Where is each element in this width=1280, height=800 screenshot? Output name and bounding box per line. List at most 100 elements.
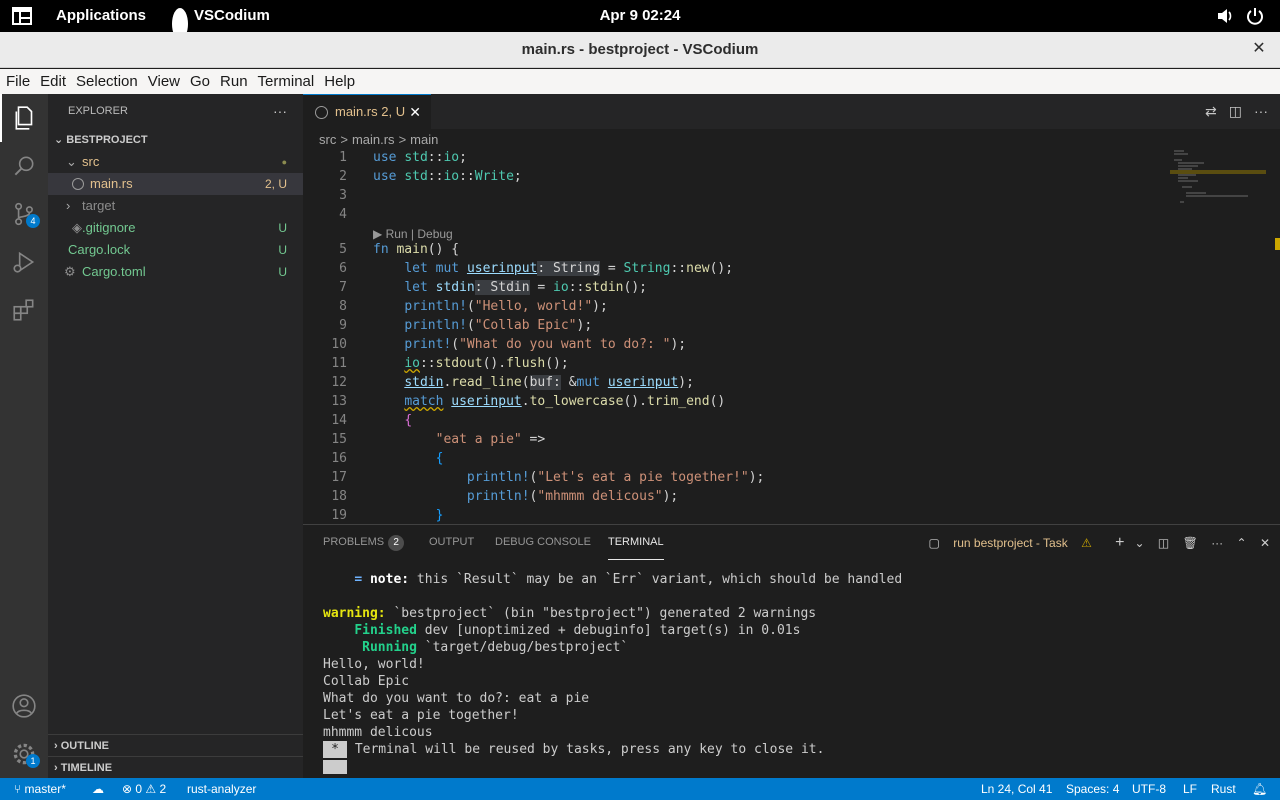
tree-item-cargo-toml[interactable]: ⚙ Cargo.toml U bbox=[48, 261, 303, 283]
timeline-section[interactable]: › TIMELINE bbox=[48, 756, 303, 778]
power-icon[interactable] bbox=[1246, 0, 1264, 32]
maximize-panel-icon[interactable]: ⌃ bbox=[1237, 536, 1247, 550]
terminal-line: mhmmm delicous bbox=[323, 725, 433, 740]
sync-icon[interactable]: ☁ bbox=[92, 778, 104, 800]
tree-item-src[interactable]: ⌄ src ● bbox=[48, 151, 303, 173]
notifications-bell-icon[interactable]: 🔔︎ bbox=[1252, 778, 1267, 800]
menu-selection[interactable]: Selection bbox=[71, 69, 143, 94]
language-mode[interactable]: Rust bbox=[1211, 778, 1236, 800]
close-panel-icon[interactable]: ✕ bbox=[1260, 536, 1270, 550]
timeline-label: TIMELINE bbox=[60, 762, 113, 774]
code-editor[interactable]: 1 use std::io; 2 use std::io::Write; 3 4 ▶… bbox=[303, 148, 1280, 524]
line-number: 11 bbox=[331, 356, 347, 371]
menu-go[interactable]: Go bbox=[185, 69, 215, 94]
breadcrumb-src[interactable]: src bbox=[319, 132, 336, 147]
run-debug-icon[interactable] bbox=[0, 238, 48, 286]
tab-output[interactable]: OUTPUT bbox=[429, 525, 474, 560]
eol-setting[interactable]: LF bbox=[1183, 778, 1197, 800]
terminal-line: = note: this `Result` may be an `Err` va… bbox=[354, 572, 903, 587]
chevron-right-icon: › bbox=[54, 740, 61, 752]
volume-icon[interactable] bbox=[1216, 0, 1234, 32]
app-menu[interactable]: VSCodium bbox=[194, 0, 270, 32]
menu-help[interactable]: Help bbox=[319, 69, 360, 94]
close-icon[interactable]: ✕ bbox=[409, 95, 421, 129]
trash-icon[interactable]: 🗑 bbox=[1183, 536, 1198, 550]
split-editor-icon[interactable]: ◫ bbox=[1229, 103, 1242, 119]
code-line: fn main() { bbox=[373, 242, 460, 257]
terminal-icon: ▢ bbox=[928, 536, 944, 550]
tree-item-gitignore[interactable]: ◈ .gitignore U bbox=[48, 217, 303, 239]
task-reuse-marker: * bbox=[323, 741, 347, 758]
new-terminal-icon[interactable]: + bbox=[1115, 534, 1124, 551]
menu-terminal[interactable]: Terminal bbox=[253, 69, 320, 94]
applications-menu[interactable]: Applications bbox=[56, 0, 146, 32]
outline-section[interactable]: › OUTLINE bbox=[48, 734, 303, 756]
line-number: 10 bbox=[331, 337, 347, 352]
tab-problems[interactable]: PROBLEMS 2 bbox=[323, 525, 405, 560]
source-control-icon[interactable]: 4 bbox=[0, 190, 48, 238]
line-number: 18 bbox=[331, 489, 347, 504]
code-line: stdin.read_line(buf: &mut userinput); bbox=[404, 375, 694, 390]
panel-tabs: PROBLEMS 2 OUTPUT DEBUG CONSOLE TERMINAL … bbox=[303, 525, 1280, 560]
activities-icon[interactable] bbox=[12, 0, 32, 32]
extensions-icon[interactable] bbox=[0, 286, 48, 334]
terminal-line: warning: `bestproject` (bin "bestproject… bbox=[323, 606, 817, 621]
code-line: println!("Let's eat a pie together!"); bbox=[466, 470, 765, 485]
window-close-button[interactable]: ✕ bbox=[1250, 40, 1268, 58]
rust-file-icon bbox=[315, 106, 328, 119]
tab-terminal[interactable]: TERMINAL bbox=[608, 525, 664, 560]
tab-debug-console[interactable]: DEBUG CONSOLE bbox=[495, 525, 591, 560]
rust-analyzer-status[interactable]: rust-analyzer bbox=[187, 778, 256, 800]
terminal-line: * Terminal will be reused by tasks, pres… bbox=[323, 741, 1263, 758]
terminal-line: Hello, world! bbox=[323, 657, 425, 672]
tab-main-rs[interactable]: main.rs 2, U ✕ bbox=[303, 94, 431, 129]
search-icon[interactable] bbox=[0, 142, 48, 190]
tree-item-main-rs[interactable]: main.rs 2, U bbox=[48, 173, 303, 195]
split-terminal-icon[interactable]: ◫ bbox=[1158, 536, 1169, 550]
clock[interactable]: Apr 9 02:24 bbox=[600, 7, 681, 24]
tree-item-cargo-lock[interactable]: Cargo.lock U bbox=[48, 239, 303, 261]
git-branch-status[interactable]: ⑂ master* bbox=[14, 778, 66, 800]
minimap[interactable] bbox=[1170, 148, 1270, 208]
line-number: 3 bbox=[339, 188, 347, 203]
compare-changes-icon[interactable]: ⇄ bbox=[1205, 103, 1217, 119]
tree-item-label: .gitignore bbox=[82, 220, 136, 235]
project-folder-header[interactable]: ⌄ BESTPROJECT bbox=[48, 129, 303, 151]
encoding-setting[interactable]: UTF-8 bbox=[1132, 778, 1166, 800]
problems-status[interactable]: ⊗ 0 ⚠ 2 bbox=[122, 778, 166, 800]
line-number: 7 bbox=[339, 280, 347, 295]
code-line: "eat a pie" => bbox=[435, 432, 546, 447]
explorer-icon[interactable] bbox=[0, 94, 48, 142]
cursor-position[interactable]: Ln 24, Col 41 bbox=[981, 778, 1052, 800]
untracked-badge: U bbox=[278, 265, 287, 279]
terminal-text: Terminal will be reused by tasks, press … bbox=[354, 742, 825, 757]
explorer-more-actions-icon[interactable]: ··· bbox=[273, 94, 287, 129]
menu-bar: File Edit Selection View Go Run Terminal Help bbox=[0, 69, 1280, 94]
breadcrumb-main-rs[interactable]: main.rs bbox=[352, 132, 395, 147]
terminal-line: What do you want to do?: eat a pie bbox=[323, 691, 590, 706]
settings-gear-icon[interactable]: 1 bbox=[0, 730, 48, 778]
terminal-task-selector[interactable]: ▢ run bestproject - Task ⚠ bbox=[929, 536, 1102, 550]
code-line: use std::io::Write; bbox=[373, 169, 522, 184]
code-line: let stdin: Stdin = io::stdin(); bbox=[404, 280, 647, 295]
menu-edit[interactable]: Edit bbox=[35, 69, 71, 94]
menu-run[interactable]: Run bbox=[215, 69, 253, 94]
line-number: 16 bbox=[331, 451, 347, 466]
tree-item-target[interactable]: › target bbox=[48, 195, 303, 217]
explorer-header: EXPLORER bbox=[68, 105, 128, 117]
indentation-setting[interactable]: Spaces: 4 bbox=[1066, 778, 1119, 800]
more-actions-icon[interactable]: ··· bbox=[1254, 103, 1268, 119]
menu-view[interactable]: View bbox=[143, 69, 185, 94]
accounts-icon[interactable] bbox=[0, 682, 48, 730]
modified-dot-icon: ● bbox=[281, 157, 287, 167]
gear-file-icon: ⚙ bbox=[64, 264, 76, 279]
more-actions-icon[interactable]: ··· bbox=[1211, 536, 1223, 550]
terminal-output[interactable]: = note: this `Result` may be an `Err` va… bbox=[323, 571, 1263, 777]
tab-label: PROBLEMS bbox=[323, 536, 385, 548]
explorer-sidebar: EXPLORER ··· ⌄ BESTPROJECT ⌄ src ● main.… bbox=[48, 94, 303, 778]
chevron-down-icon[interactable]: ⌄ bbox=[1135, 536, 1145, 550]
breadcrumb-main-fn[interactable]: main bbox=[410, 132, 438, 147]
menu-file[interactable]: File bbox=[0, 69, 35, 94]
tree-item-label: Cargo.toml bbox=[82, 264, 146, 279]
line-number: 1 bbox=[339, 150, 347, 165]
